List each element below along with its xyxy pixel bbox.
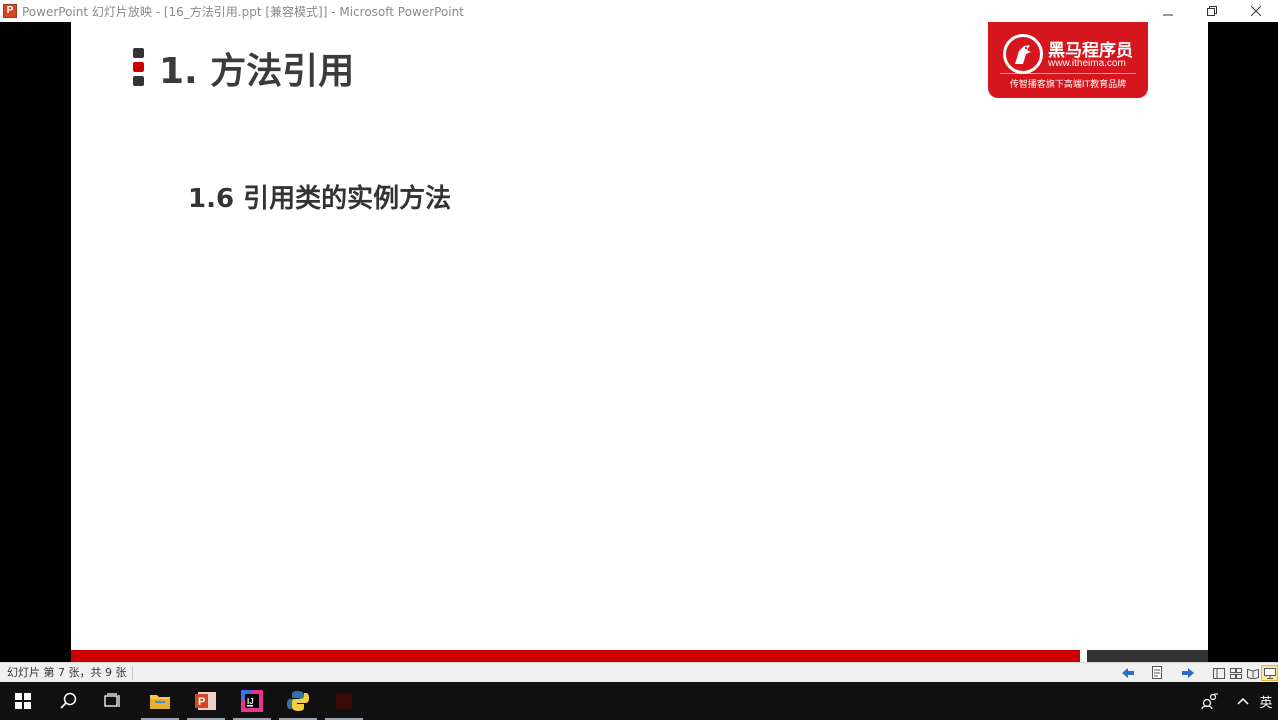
app-icon [336, 693, 352, 709]
footer-red-bar [71, 650, 1080, 662]
slideshow-view-button[interactable] [1261, 665, 1278, 681]
normal-view-icon [1212, 667, 1225, 679]
taskbar-powerpoint[interactable]: P [183, 682, 229, 720]
taskbar-recorder-app[interactable] [321, 682, 367, 720]
task-view-icon [104, 693, 120, 707]
reading-view-button[interactable] [1244, 665, 1261, 681]
restore-icon [1207, 6, 1217, 16]
next-slide-button[interactable] [1178, 664, 1198, 682]
bullet-mark-top [133, 48, 144, 58]
statusbar: 幻灯片 第 7 张，共 9 张 [0, 662, 1278, 682]
python-icon [287, 691, 309, 711]
slideshow-nav-tools [1118, 663, 1208, 683]
powerpoint-app-icon[interactable]: P [3, 4, 17, 18]
arrow-left-icon [1122, 668, 1134, 678]
powerpoint-icon: P [195, 692, 216, 710]
svg-text:P: P [198, 696, 205, 708]
slide[interactable]: 1. 方法引用 黑马程序员 www.itheima.com 传智播客旗下高端IT… [71, 22, 1208, 662]
slide-sorter-view-button[interactable] [1227, 665, 1244, 681]
logo-url: www.itheima.com [1048, 58, 1126, 69]
bullet-mark-middle [133, 62, 144, 72]
window-titlebar: P PowerPoint 幻灯片放映 - [16_方法引用.ppt [兼容模式]… [0, 0, 1278, 22]
normal-view-button[interactable] [1210, 665, 1227, 681]
horse-logo-icon [1003, 34, 1043, 74]
start-button[interactable] [0, 682, 46, 720]
footer-gray-bar [1087, 650, 1208, 662]
task-view-button[interactable] [90, 682, 136, 720]
slide-counter: 幻灯片 第 7 张，共 9 张 [7, 665, 134, 680]
taskbar-file-explorer[interactable] [137, 682, 183, 720]
close-icon [1251, 6, 1261, 16]
slideshow-icon [1263, 667, 1276, 679]
window-controls [1146, 0, 1278, 22]
itheima-logo: 黑马程序员 www.itheima.com 传智播客旗下高端IT教育品牌 [988, 22, 1148, 98]
window-title: PowerPoint 幻灯片放映 - [16_方法引用.ppt [兼容模式]] … [22, 4, 464, 19]
view-buttons [1210, 663, 1278, 683]
intellij-icon: IJ [241, 690, 263, 712]
slideshow-stage[interactable]: 1. 方法引用 黑马程序员 www.itheima.com 传智播客旗下高端IT… [0, 22, 1278, 662]
slide-title: 1. 方法引用 [159, 51, 355, 92]
windows-logo-icon [15, 693, 31, 709]
slide-subtitle: 1.6 引用类的实例方法 [188, 184, 452, 214]
logo-slogan: 传智播客旗下高端IT教育品牌 [1009, 80, 1127, 90]
minimize-icon [1163, 14, 1173, 16]
search-icon [60, 692, 77, 709]
restore-button[interactable] [1190, 0, 1234, 22]
tray-show-hidden-icons[interactable] [1234, 682, 1252, 720]
search-button[interactable] [46, 682, 92, 720]
logo-divider [1000, 73, 1136, 74]
document-icon [1152, 666, 1162, 679]
close-button[interactable] [1234, 0, 1278, 22]
bullet-mark-bottom [133, 76, 144, 86]
svg-text:IJ: IJ [247, 697, 254, 706]
ime-language-indicator[interactable]: 英 [1256, 682, 1276, 720]
taskbar-intellij[interactable]: IJ [229, 682, 275, 720]
slide-sorter-icon [1229, 667, 1242, 679]
people-icon [1201, 693, 1218, 709]
slide-menu-button[interactable] [1148, 664, 1168, 682]
windows-taskbar: P IJ 英 [0, 682, 1278, 720]
folder-icon [150, 695, 170, 709]
minimize-button[interactable] [1146, 0, 1190, 22]
arrow-right-icon [1182, 668, 1194, 678]
chevron-up-icon [1237, 697, 1249, 705]
tray-people-button[interactable] [1198, 682, 1222, 720]
reading-view-icon [1246, 668, 1259, 679]
previous-slide-button[interactable] [1118, 664, 1138, 682]
title-bullet-marks [133, 48, 145, 88]
taskbar-python-app[interactable] [275, 682, 321, 720]
